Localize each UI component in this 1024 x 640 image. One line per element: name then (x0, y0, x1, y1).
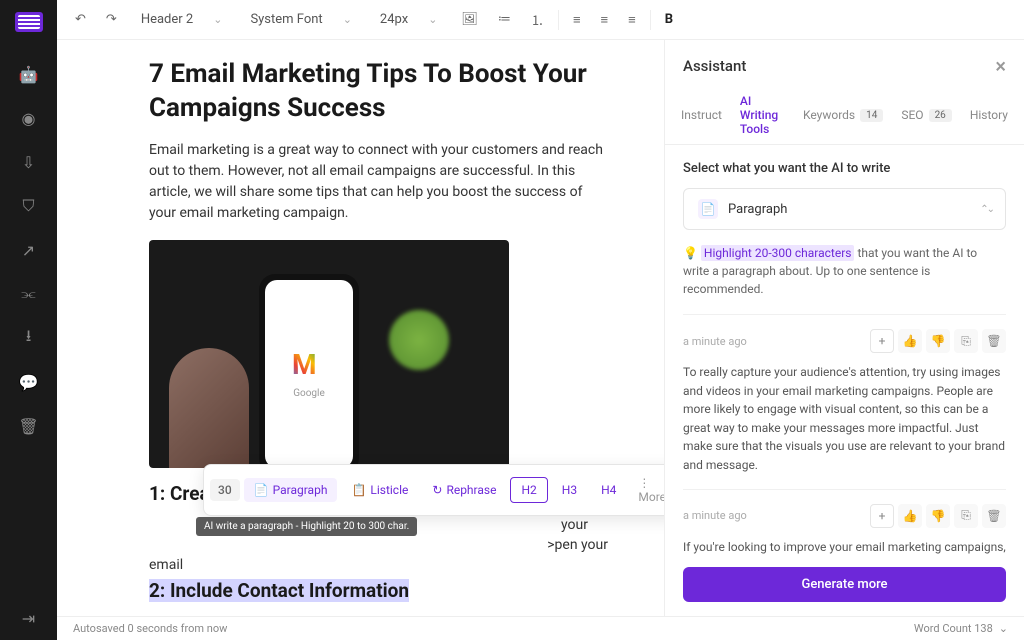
trash-icon[interactable]: 🗑 (19, 416, 39, 436)
tab-seo[interactable]: SEO26 (901, 86, 951, 144)
thumbs-down-button[interactable]: 👎 (926, 329, 950, 353)
tab-ai-writing[interactable]: AI Writing Tools (740, 86, 785, 144)
assistant-tabs: Instruct AI Writing Tools Keywords14 SEO… (665, 86, 1024, 145)
external-link-icon[interactable]: ↗ (19, 240, 39, 260)
app-logo (15, 12, 43, 32)
thumbs-up-button[interactable]: 👍 (898, 504, 922, 528)
autosave-status: Autosaved 0 seconds from now (73, 622, 227, 635)
suggestion-text: To really capture your audience's attent… (683, 363, 1006, 475)
align-right-button[interactable]: ≡ (622, 8, 642, 32)
eye-icon[interactable]: ◉ (19, 108, 39, 128)
image-button[interactable]: 🖼 (455, 8, 484, 31)
chat-icon[interactable]: 💬 (19, 372, 39, 392)
app-sidebar: 🤖 ◉ ⇩ ⛉ ↗ ⫘ ⭳ 💬 🗑 ⇥ (0, 0, 57, 640)
align-left-button[interactable]: ≡ (567, 8, 587, 32)
ai-rephrase-button[interactable]: ↻ Rephrase (422, 478, 506, 502)
bold-button[interactable]: B (659, 8, 679, 31)
ai-h4-button[interactable]: H4 (591, 478, 626, 502)
ai-tooltip: AI write a paragraph - Highlight 20 to 3… (196, 517, 417, 536)
chevron-down-icon[interactable]: ⌄ (999, 622, 1008, 635)
ai-h3-button[interactable]: H3 (552, 478, 587, 502)
heading-2[interactable]: 2: Include Contact Information (149, 579, 608, 602)
document-editor[interactable]: 7 Email Marketing Tips To Boost Your Cam… (57, 40, 664, 616)
ai-h2-button[interactable]: H2 (510, 477, 547, 503)
status-bar: Autosaved 0 seconds from now Word Count … (57, 616, 1024, 640)
tab-history[interactable]: History (970, 86, 1008, 144)
ai-more-button[interactable]: ⋮ More (630, 471, 664, 509)
delete-button[interactable]: 🗑 (982, 504, 1006, 528)
thumbs-up-button[interactable]: 👍 (898, 329, 922, 353)
ai-listicle-button[interactable]: 📋 Listicle (341, 478, 418, 502)
paragraph-icon: 📄 (698, 199, 718, 219)
char-count-badge: 30 (210, 479, 240, 501)
copy-button[interactable]: ⎘ (954, 329, 978, 353)
hero-image[interactable]: Google (149, 240, 509, 468)
font-select[interactable]: System Font (240, 8, 361, 31)
shield-icon[interactable]: ⛉ (19, 196, 39, 216)
insert-button[interactable]: + (870, 504, 894, 528)
suggestion-time: a minute ago (683, 509, 747, 522)
import-icon[interactable]: ⇩ (19, 152, 39, 172)
thumbs-down-button[interactable]: 👎 (926, 504, 950, 528)
delete-button[interactable]: 🗑 (982, 329, 1006, 353)
ai-hint: 💡 Highlight 20-300 characters that you w… (683, 244, 1006, 298)
undo-button[interactable]: ↶ (69, 8, 92, 31)
align-center-button[interactable]: ≡ (595, 8, 615, 32)
suggestion-item: a minute ago +👍👎⎘🗑 If you're looking to im… (683, 489, 1006, 557)
close-assistant-button[interactable]: × (995, 54, 1006, 78)
word-count: Word Count 138 (914, 622, 993, 635)
generate-more-button[interactable]: Generate more (683, 567, 1006, 602)
download-icon[interactable]: ⭳ (19, 328, 39, 348)
copy-button[interactable]: ⎘ (954, 504, 978, 528)
redo-button[interactable]: ↷ (100, 8, 123, 31)
ai-paragraph-button[interactable]: 📄 Paragraph (244, 478, 338, 502)
tab-instruct[interactable]: Instruct (681, 86, 722, 144)
article-title[interactable]: 7 Email Marketing Tips To Boost Your Cam… (149, 58, 608, 126)
robot-icon[interactable]: 🤖 (19, 64, 39, 84)
login-icon[interactable]: ⇥ (19, 608, 39, 628)
tab-keywords[interactable]: Keywords14 (803, 86, 883, 144)
article-intro[interactable]: Email marketing is a great way to connec… (149, 140, 608, 224)
heading-select[interactable]: Header 2 (131, 8, 233, 31)
size-select[interactable]: 24px (370, 8, 448, 31)
suggestion-time: a minute ago (683, 335, 747, 348)
ai-type-select[interactable]: 📄 Paragraph (683, 188, 1006, 230)
suggestion-text: If you're looking to improve your email … (683, 538, 1006, 557)
assistant-panel: Assistant × Instruct AI Writing Tools Ke… (664, 40, 1024, 616)
assistant-title: Assistant (683, 57, 746, 75)
number-list-button[interactable]: ⒈ (525, 6, 550, 33)
main-area: ↶ ↷ Header 2 System Font 24px 🖼 ≔ ⒈ ≡ ≡ … (57, 0, 1024, 640)
suggestion-item: a minute ago +👍👎⎘🗑 To really capture your … (683, 314, 1006, 489)
share-icon[interactable]: ⫘ (19, 284, 39, 304)
editor-toolbar: ↶ ↷ Header 2 System Font 24px 🖼 ≔ ⒈ ≡ ≡ … (57, 0, 1024, 40)
insert-button[interactable]: + (870, 329, 894, 353)
ai-inline-toolbar: 30 📄 Paragraph 📋 Listicle ↻ Rephrase H2 … (203, 464, 664, 516)
bullet-list-button[interactable]: ≔ (492, 8, 517, 31)
ai-select-label: Select what you want the AI to write (683, 161, 1006, 176)
